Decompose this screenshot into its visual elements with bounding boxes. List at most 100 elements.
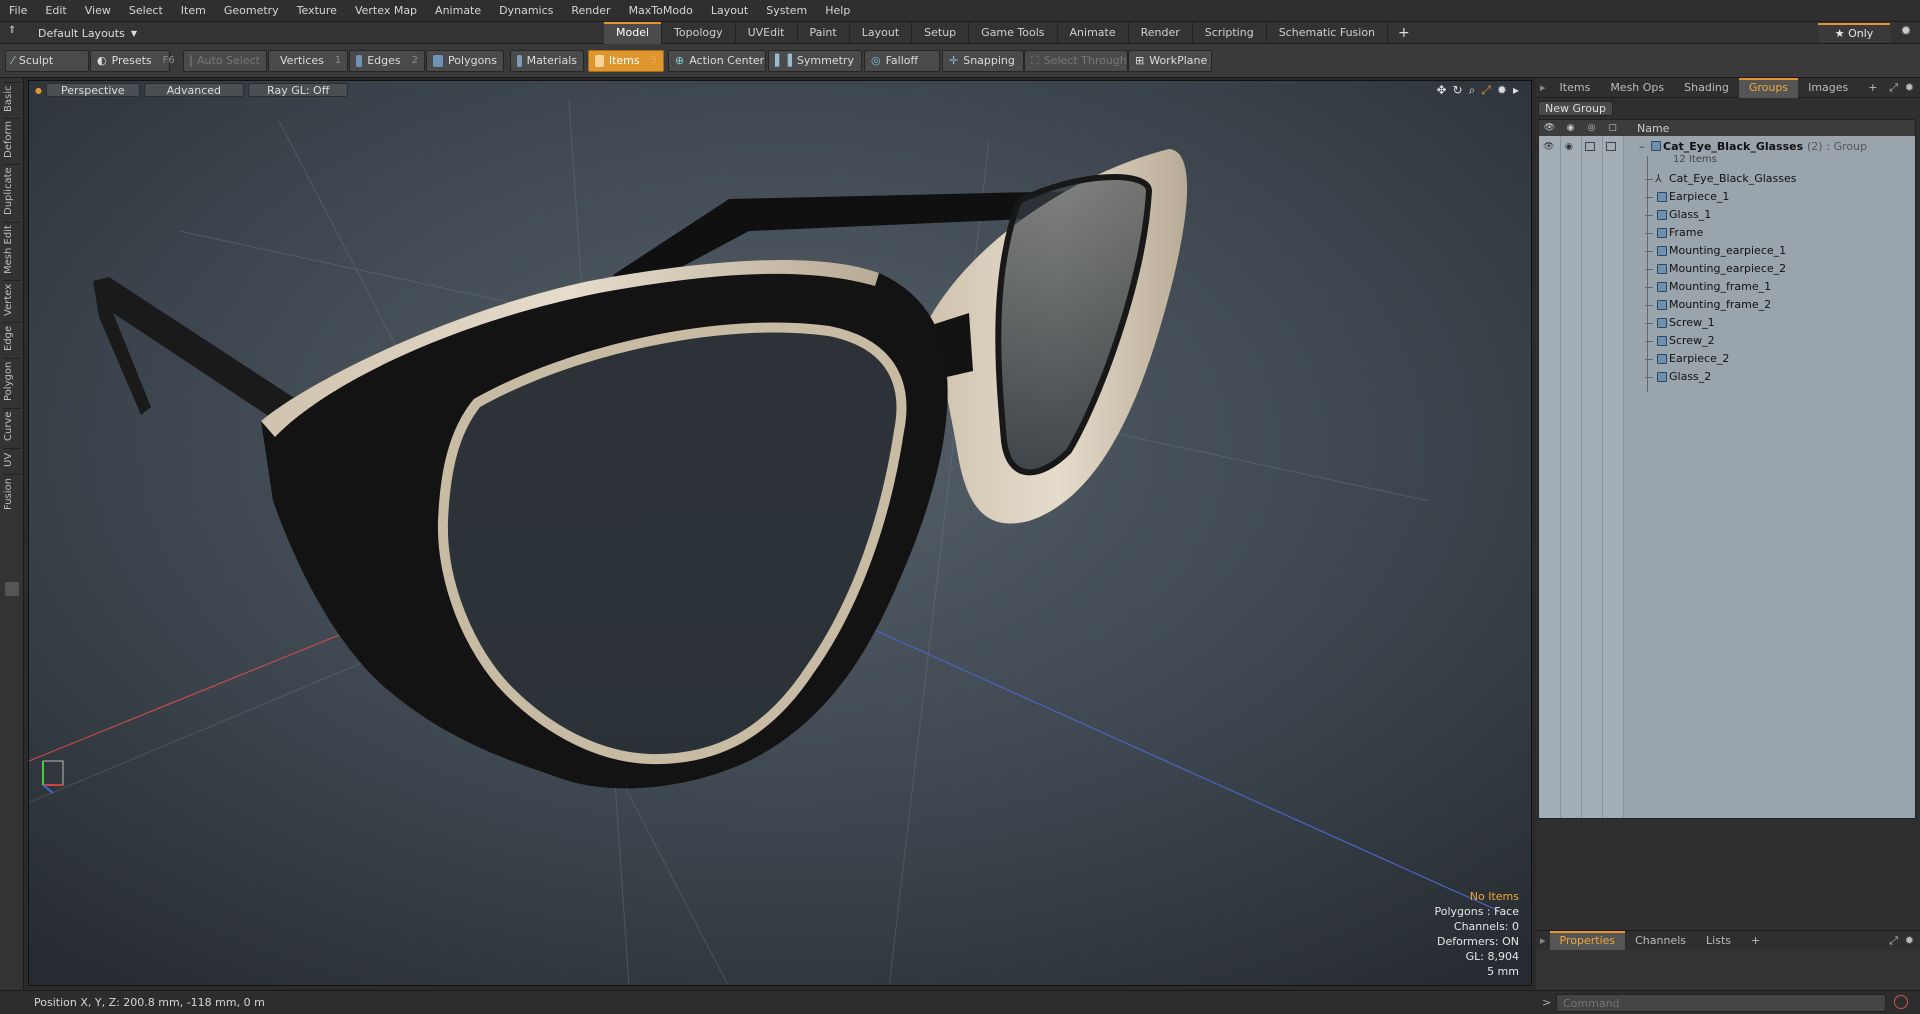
render-col-icon[interactable]: ◉ (1560, 123, 1581, 133)
menu-system[interactable]: System (757, 0, 816, 22)
menu-maxtomodo[interactable]: MaxToModo (620, 0, 702, 22)
list-item[interactable]: ⅄ Cat_Eye_Black_Glasses (1539, 170, 1915, 188)
vtab-duplicate[interactable]: Duplicate (3, 164, 21, 218)
list-item[interactable]: Earpiece_2 (1539, 350, 1915, 368)
list-item[interactable]: Mounting_frame_2 (1539, 296, 1915, 314)
name-column-header[interactable]: Name (1637, 122, 1669, 135)
tab-items[interactable]: Items (1550, 78, 1601, 98)
edges-button[interactable]: Edges 2 (349, 50, 425, 72)
palette-toggle-icon[interactable] (5, 582, 19, 596)
new-group-button[interactable]: New Group (1538, 101, 1613, 116)
lock-col-icon[interactable]: ◎ (1581, 123, 1602, 133)
list-item[interactable]: Screw_2 (1539, 332, 1915, 350)
tab-render[interactable]: Render (1129, 22, 1193, 44)
expand-props-icon[interactable]: ⤢ (1889, 934, 1898, 948)
vtab-polygon[interactable]: Polygon (3, 358, 21, 404)
tab-game-tools[interactable]: Game Tools (969, 22, 1058, 44)
tab-layout[interactable]: Layout (850, 22, 913, 44)
fit-view-icon[interactable]: ⤢ (1481, 83, 1491, 98)
visibility-col-icon[interactable]: 👁 (1539, 123, 1560, 133)
materials-button[interactable]: Materials (510, 50, 584, 72)
menu-edit[interactable]: Edit (36, 0, 75, 22)
menu-file[interactable]: File (0, 0, 36, 22)
vtab-deform[interactable]: Deform (3, 118, 21, 160)
menu-dynamics[interactable]: Dynamics (490, 0, 562, 22)
workplane-button[interactable]: ⊞ WorkPlane (1128, 50, 1212, 72)
tab-lists[interactable]: Lists (1696, 931, 1741, 951)
view-mode-button[interactable]: Perspective (45, 83, 140, 97)
menu-geometry[interactable]: Geometry (215, 0, 288, 22)
list-item[interactable]: Screw_1 (1539, 314, 1915, 332)
tab-animate[interactable]: Animate (1058, 22, 1129, 44)
move-view-icon[interactable]: ✥ (1436, 83, 1446, 98)
vtab-mesh-edit[interactable]: Mesh Edit (3, 222, 21, 276)
list-item[interactable]: Mounting_earpiece_1 (1539, 242, 1915, 260)
auto-select-button[interactable]: Auto Select (183, 50, 267, 72)
tab-channels[interactable]: Channels (1625, 931, 1696, 951)
tab-uvedit[interactable]: UVEdit (736, 22, 798, 44)
tab-properties[interactable]: Properties (1549, 930, 1626, 951)
sculpt-button[interactable]: ⁄ Sculpt (5, 50, 89, 72)
vtab-edge[interactable]: Edge (3, 322, 21, 354)
list-item[interactable]: Mounting_frame_1 (1539, 278, 1915, 296)
expand-panel-icon[interactable]: ⤢ (1889, 81, 1898, 95)
only-button[interactable]: ★ Only (1818, 23, 1890, 43)
tab-mesh-ops[interactable]: Mesh Ops (1600, 78, 1674, 98)
list-item[interactable]: Mounting_earpiece_2 (1539, 260, 1915, 278)
vtab-basic[interactable]: Basic (3, 82, 21, 114)
group-visibility-icon[interactable]: 👁 (1543, 142, 1554, 152)
menu-item[interactable]: Item (172, 0, 215, 22)
vtab-fusion[interactable]: Fusion (3, 474, 21, 514)
menu-animate[interactable]: Animate (426, 0, 490, 22)
symmetry-button[interactable]: ▌▐ Symmetry (768, 50, 862, 72)
add-props-tab-button[interactable]: + (1741, 931, 1770, 951)
group-render-icon[interactable]: ◉ (1565, 142, 1573, 152)
vtab-uv[interactable]: UV (3, 448, 21, 470)
falloff-button[interactable]: ◎ Falloff (864, 50, 940, 72)
viewport-scene[interactable] (29, 81, 1532, 986)
tab-model[interactable]: Model (604, 22, 663, 44)
command-input[interactable] (1556, 994, 1886, 1012)
group-expand-icon[interactable]: – (1639, 140, 1645, 153)
select-col-icon[interactable]: ▢ (1602, 123, 1623, 133)
list-item[interactable]: Glass_1 (1539, 206, 1915, 224)
raygl-button[interactable]: Ray GL: Off (248, 83, 349, 97)
zoom-icon[interactable]: ⌕ (1469, 83, 1476, 98)
tab-groups[interactable]: Groups (1738, 77, 1799, 98)
group-select-icon[interactable] (1606, 142, 1616, 151)
rotate-view-icon[interactable]: ↻ (1453, 83, 1463, 98)
tab-setup[interactable]: Setup (912, 22, 970, 44)
advanced-button[interactable]: Advanced (143, 83, 245, 97)
add-panel-tab-button[interactable]: + (1858, 78, 1887, 98)
menu-view[interactable]: View (76, 0, 120, 22)
group-lock-icon[interactable] (1585, 142, 1595, 151)
menu-texture[interactable]: Texture (288, 0, 346, 22)
tab-schematic-fusion[interactable]: Schematic Fusion (1267, 22, 1389, 44)
list-item[interactable]: Frame (1539, 224, 1915, 242)
polygons-button[interactable]: Polygons (426, 50, 504, 72)
snapping-button[interactable]: ✛ Snapping (942, 50, 1024, 72)
list-item[interactable]: Glass_2 (1539, 368, 1915, 386)
action-center-button[interactable]: ⊕ Action Center (668, 50, 766, 72)
tab-images[interactable]: Images (1798, 78, 1858, 98)
record-icon[interactable] (1894, 995, 1908, 1009)
viewport-gear-icon[interactable]: ✹ (1497, 83, 1507, 98)
list-item[interactable]: Earpiece_1 (1539, 188, 1915, 206)
vertices-button[interactable]: Vertices 1 (268, 50, 348, 72)
menu-layout[interactable]: Layout (702, 0, 757, 22)
gear-icon[interactable]: ✹ (1896, 24, 1916, 42)
tab-scripting[interactable]: Scripting (1193, 22, 1267, 44)
3d-viewport[interactable]: ● Perspective Advanced Ray GL: Off ✥ ↻ ⌕… (28, 80, 1532, 986)
vtab-vertex[interactable]: Vertex (3, 280, 21, 318)
vtab-curve[interactable]: Curve (3, 408, 21, 444)
viewport-menu-arrow-icon[interactable]: ▸ (1513, 83, 1519, 98)
tab-topology[interactable]: Topology (662, 22, 736, 44)
menu-help[interactable]: Help (816, 0, 859, 22)
tab-shading[interactable]: Shading (1674, 78, 1739, 98)
tab-paint[interactable]: Paint (798, 22, 850, 44)
group-row[interactable]: 👁 ◉ – Cat_Eye_Black_Glasses (2) : Group … (1539, 138, 1915, 168)
panel-gear-icon[interactable]: ✹ (1905, 81, 1914, 94)
menu-render[interactable]: Render (562, 0, 619, 22)
add-tab-button[interactable]: + (1388, 22, 1420, 44)
layout-selector[interactable]: ⇑ Default Layouts ▼ (4, 24, 137, 42)
